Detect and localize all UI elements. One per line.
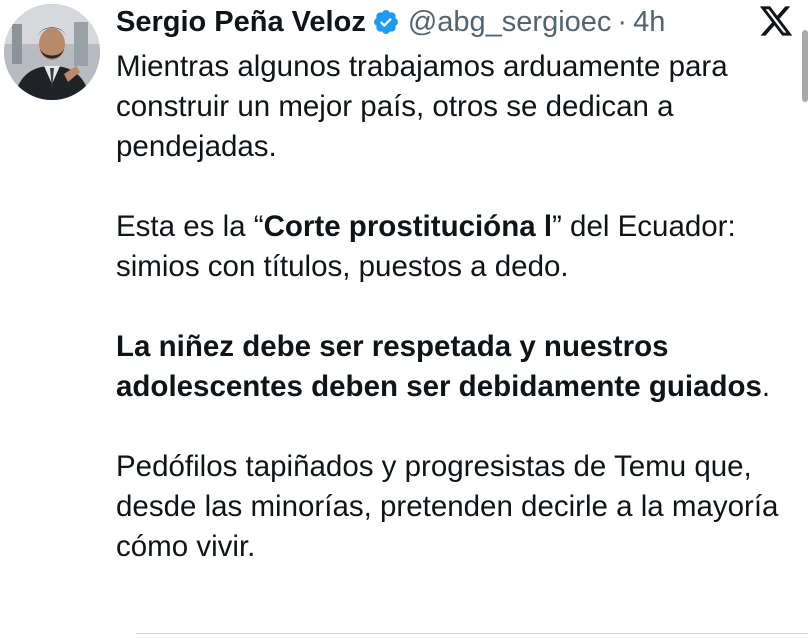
- tweet-paragraph-1: Mientras algunos trabajamos arduamente p…: [116, 50, 728, 163]
- tweet-header: Sergio Peña Veloz @abg_sergioec · 4h: [116, 0, 665, 44]
- avatar-photo: [4, 4, 100, 100]
- tweet-paragraph-3: La niñez debe ser respetada y nuestros a…: [116, 327, 796, 407]
- tweet-text: Mientras algunos trabajamos arduamente p…: [116, 47, 796, 567]
- tweet-paragraph-2: Esta es la “Corte prostitucióna l” del E…: [116, 207, 796, 287]
- tweet-paragraph-2-prefix: Esta es la “: [116, 210, 264, 243]
- tweet-paragraph-3-suffix: .: [761, 370, 771, 403]
- avatar[interactable]: [4, 4, 100, 100]
- scrollbar[interactable]: [802, 30, 808, 102]
- header-separator: ·: [617, 5, 628, 38]
- verified-badge-icon[interactable]: [372, 8, 400, 36]
- x-logo-icon[interactable]: [758, 3, 794, 39]
- author-handle[interactable]: @abg_sergioec: [408, 6, 612, 39]
- author-name[interactable]: Sergio Peña Veloz: [116, 6, 366, 39]
- tweet-timestamp[interactable]: 4h: [633, 6, 665, 39]
- divider: [136, 633, 808, 634]
- tweet-paragraph-2-bold: Corte prostitucióna l: [263, 210, 553, 243]
- tweet-paragraph-3-bold: La niñez debe ser respetada y nuestros a…: [116, 330, 762, 403]
- tweet-paragraph-4: Pedófilos tapiñados y progresistas de Te…: [116, 450, 779, 563]
